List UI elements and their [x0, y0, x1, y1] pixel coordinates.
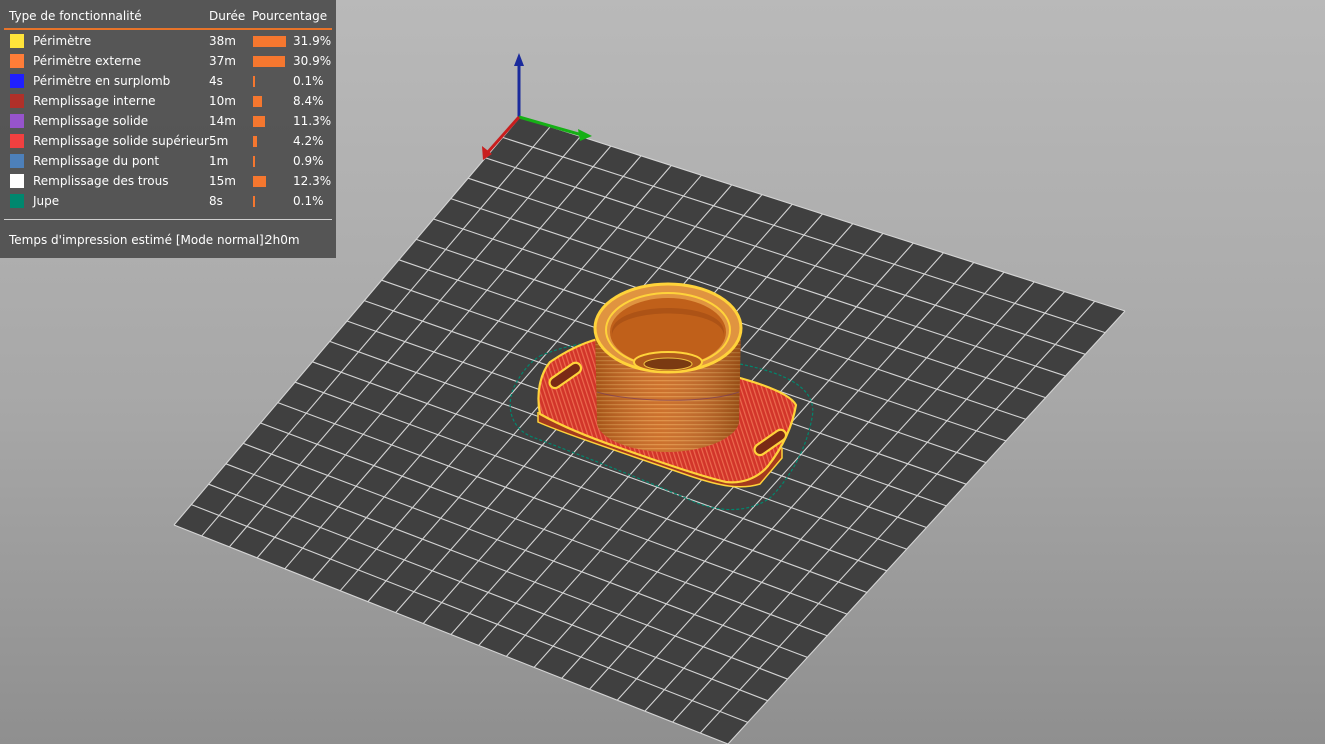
legend-item[interactable]: Remplissage solide 14m 11.3% — [0, 111, 336, 131]
feature-label: Remplissage des trous — [33, 174, 169, 188]
color-swatch — [10, 114, 24, 128]
color-swatch — [10, 154, 24, 168]
feature-label: Remplissage solide — [33, 114, 149, 128]
percentage-bar — [253, 36, 286, 47]
feature-duration: 14m — [209, 114, 236, 128]
color-swatch — [10, 94, 24, 108]
feature-label: Jupe — [33, 194, 60, 208]
feature-duration: 10m — [209, 94, 236, 108]
legend-item[interactable]: Remplissage interne 10m 8.4% — [0, 91, 336, 111]
feature-percentage: 0.1% — [293, 74, 324, 88]
legend-item[interactable]: Jupe 8s 0.1% — [0, 191, 336, 211]
color-swatch — [10, 194, 24, 208]
percentage-bar — [253, 156, 255, 167]
color-swatch — [10, 74, 24, 88]
percentage-bar — [253, 76, 255, 87]
feature-percentage: 30.9% — [293, 54, 332, 68]
feature-duration: 15m — [209, 174, 236, 188]
feature-percentage: 8.4% — [293, 94, 324, 108]
percentage-bar — [253, 176, 266, 187]
legend-item[interactable]: Périmètre en surplomb 4s 0.1% — [0, 71, 336, 91]
feature-percentage: 0.9% — [293, 154, 324, 168]
feature-duration: 4s — [209, 74, 223, 88]
percentage-bar — [253, 56, 285, 67]
feature-percentage: 11.3% — [293, 114, 332, 128]
feature-duration: 37m — [209, 54, 236, 68]
legend-item[interactable]: Périmètre 38m 31.9% — [0, 31, 336, 51]
feature-percentage: 4.2% — [293, 134, 324, 148]
duration-header: Durée — [209, 9, 246, 23]
legend-panel: Type de fonctionnalité Durée Pourcentage… — [0, 0, 336, 258]
feature-label: Remplissage interne — [33, 94, 156, 108]
header-underline — [4, 28, 332, 30]
feature-percentage: 31.9% — [293, 34, 332, 48]
percentage-bar — [253, 96, 262, 107]
feature-duration: 1m — [209, 154, 229, 168]
feature-label: Remplissage solide supérieur — [33, 134, 209, 148]
legend-item[interactable]: Remplissage solide supérieur 5m 4.2% — [0, 131, 336, 151]
feature-type-header: Type de fonctionnalité — [9, 9, 142, 23]
legend-divider — [4, 219, 332, 220]
percentage-bar — [253, 196, 255, 207]
estimated-time-label: Temps d'impression estimé [Mode normal]: — [9, 233, 268, 247]
feature-label: Périmètre en surplomb — [33, 74, 171, 88]
feature-label: Remplissage du pont — [33, 154, 160, 168]
feature-label: Périmètre — [33, 34, 92, 48]
feature-label: Périmètre externe — [33, 54, 142, 68]
percentage-bar — [253, 116, 265, 127]
color-swatch — [10, 34, 24, 48]
feature-percentage: 12.3% — [293, 174, 332, 188]
color-swatch — [10, 174, 24, 188]
legend-item[interactable]: Remplissage du pont 1m 0.9% — [0, 151, 336, 171]
percentage-bar — [253, 136, 257, 147]
legend-item[interactable]: Périmètre externe 37m 30.9% — [0, 51, 336, 71]
feature-duration: 5m — [209, 134, 229, 148]
color-swatch — [10, 134, 24, 148]
percentage-header: Pourcentage — [252, 9, 328, 23]
feature-duration: 8s — [209, 194, 223, 208]
legend-item[interactable]: Remplissage des trous 15m 12.3% — [0, 171, 336, 191]
color-swatch — [10, 54, 24, 68]
estimated-time-value: 2h0m — [265, 233, 300, 247]
feature-percentage: 0.1% — [293, 194, 324, 208]
feature-duration: 38m — [209, 34, 236, 48]
